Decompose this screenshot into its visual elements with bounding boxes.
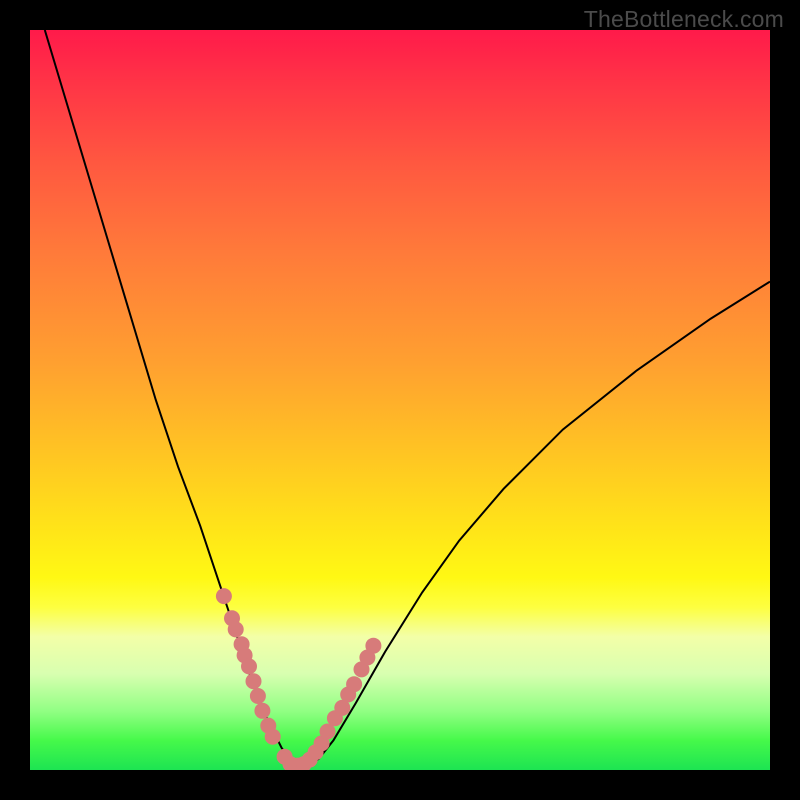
curve-svg xyxy=(30,30,770,770)
marker-point xyxy=(365,638,381,654)
marker-point xyxy=(246,673,262,689)
marker-point xyxy=(254,703,270,719)
marker-group xyxy=(216,588,382,770)
bottleneck-curve-path xyxy=(45,30,770,766)
marker-point xyxy=(216,588,232,604)
marker-point xyxy=(346,676,362,692)
plot-area xyxy=(30,30,770,770)
marker-point xyxy=(265,729,281,745)
marker-point xyxy=(228,621,244,637)
marker-point xyxy=(241,658,257,674)
watermark-text: TheBottleneck.com xyxy=(584,6,784,33)
chart-frame: TheBottleneck.com xyxy=(0,0,800,800)
marker-point xyxy=(250,688,266,704)
